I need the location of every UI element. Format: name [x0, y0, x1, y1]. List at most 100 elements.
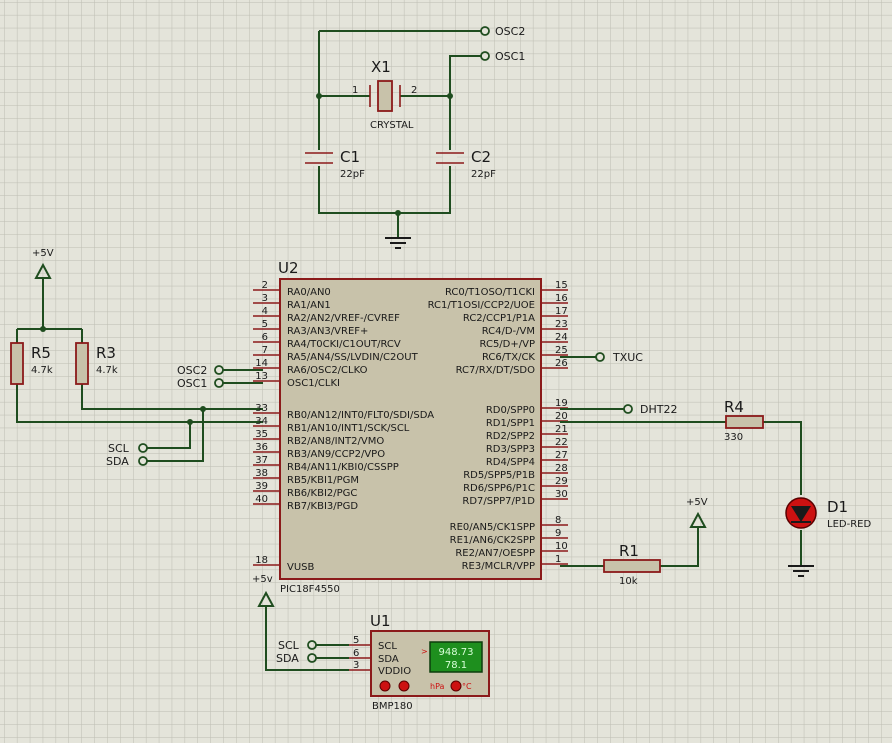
mcu-u2[interactable]: U2 PIC18F4550 2 RA0/AN0 3 RA1/AN1 4 RA2/AN2/V… — [252, 259, 568, 595]
terminal-label: SCL — [108, 442, 130, 455]
pin-label: RB5/KBI1/PGM — [287, 475, 359, 486]
component-ref: R3 — [96, 344, 116, 362]
temperature-unit: °C — [462, 682, 472, 691]
pin-label: RA3/AN3/VREF+ — [287, 326, 368, 337]
pin-number: 18 — [255, 555, 268, 566]
pin-label: RC7/RX/DT/SDO — [456, 365, 536, 376]
component-value: 22pF — [340, 169, 365, 180]
pin-number: 5 — [353, 635, 359, 646]
pressure-readout: 948.73 — [439, 647, 474, 658]
pin-label: SDA — [378, 654, 399, 665]
pin-label: RB3/AN9/CCP2/VPO — [287, 449, 385, 460]
pin-number: 14 — [255, 358, 268, 369]
junction-dot — [447, 93, 453, 99]
pin-label: RD4/SPP4 — [486, 457, 535, 468]
pin-label: RD5/SPP5/P1B — [463, 470, 535, 481]
pin-number: 35 — [255, 429, 268, 440]
pin-label: RC1/T1OSI/CCP2/UOE — [428, 300, 535, 311]
pin-label: RD2/SPP2 — [486, 431, 535, 442]
terminal-label: OSC1 — [177, 377, 207, 390]
pin-number: 2 — [411, 85, 417, 96]
pin-number: 3 — [353, 660, 359, 671]
pin-number: 13 — [255, 371, 268, 382]
junction-dot — [200, 406, 206, 412]
terminal-label: SDA — [106, 455, 129, 468]
pin-label: RA2/AN2/VREF-/CVREF — [287, 313, 400, 324]
pin-label: RB4/AN11/KBI0/CSSPP — [287, 462, 399, 473]
pin-label: RA4/T0CKI/C1OUT/RCV — [287, 339, 401, 350]
pin-label: RA0/AN0 — [287, 287, 331, 298]
junction-dot — [187, 419, 193, 425]
pin-label: RC2/CCP1/P1A — [463, 313, 535, 324]
terminal-label: SCL — [278, 639, 300, 652]
pin-number: 30 — [555, 489, 568, 500]
pin-number: 10 — [555, 541, 568, 552]
pin-label: OSC1/CLKI — [287, 378, 340, 389]
pin-number: 8 — [555, 515, 561, 526]
pin-number: 3 — [262, 293, 268, 304]
pin-number: 6 — [262, 332, 268, 343]
supply-label: +5V — [32, 248, 54, 259]
component-ref: C2 — [471, 148, 491, 166]
terminal-label: TXUC — [612, 351, 643, 364]
pin-label: RC0/T1OSO/T1CKI — [445, 287, 535, 298]
pin-number: 28 — [555, 463, 568, 474]
pin-number: 40 — [255, 494, 268, 505]
terminal-label: OSC2 — [177, 364, 207, 377]
pin-number: 19 — [555, 398, 568, 409]
component-ref: C1 — [340, 148, 360, 166]
pin-label: RC4/D-/VM — [482, 326, 535, 337]
pin-label: VDDIO — [378, 666, 411, 677]
pin-label: RB6/KBI2/PGC — [287, 488, 357, 499]
terminal-label: SDA — [276, 652, 299, 665]
pin-label: RB7/KBI3/PGD — [287, 501, 358, 512]
pin-number: 20 — [555, 411, 568, 422]
pin-label: RC5/D+/VP — [480, 339, 535, 350]
pin-number: 7 — [262, 345, 268, 356]
pin-label: RB0/AN12/INT0/FLT0/SDI/SDA — [287, 410, 434, 421]
component-value: 10k — [619, 576, 638, 587]
pin-label: SCL — [378, 641, 397, 652]
pin-label: VUSB — [287, 562, 315, 573]
component-value: 4.7k — [31, 365, 53, 376]
display-arrow-icon: > — [421, 647, 428, 656]
pin-number: 22 — [555, 437, 568, 448]
sensor-button-icon[interactable] — [398, 680, 410, 692]
pin-label: RD1/SPP1 — [486, 418, 535, 429]
pin-label: RE0/AN5/CK1SPP — [450, 522, 535, 533]
pin-number: 27 — [555, 450, 568, 461]
pin-number: 34 — [255, 416, 268, 427]
component-ref: D1 — [827, 498, 848, 516]
pin-label: RA6/OSC2/CLKO — [287, 365, 368, 376]
pin-label: RD3/SPP3 — [486, 444, 535, 455]
pin-number: 2 — [262, 280, 268, 291]
terminal-label: OSC2 — [495, 25, 525, 38]
component-ref: R4 — [724, 398, 744, 416]
vusb-supply-label: +5v — [252, 574, 273, 585]
component-name: LED-RED — [827, 519, 871, 530]
pin-label: RE2/AN7/OESPP — [455, 548, 535, 559]
pin-number: 25 — [555, 345, 568, 356]
pin-number: 38 — [255, 468, 268, 479]
pin-label: RE3/MCLR/VPP — [462, 561, 535, 572]
pin-label: RD6/SPP6/P1C — [463, 483, 535, 494]
pin-number: 16 — [555, 293, 568, 304]
component-value: 22pF — [471, 169, 496, 180]
sensor-button-icon[interactable] — [379, 680, 391, 692]
sensor-button-icon[interactable] — [450, 680, 462, 692]
pin-number: 21 — [555, 424, 568, 435]
pin-number: 4 — [262, 306, 268, 317]
pin-label: RA1/AN1 — [287, 300, 331, 311]
junction-dot — [316, 93, 322, 99]
pin-number: 24 — [555, 332, 568, 343]
pin-number: 1 — [555, 554, 561, 565]
supply-label: +5V — [686, 497, 708, 508]
pin-number: 29 — [555, 476, 568, 487]
pin-number: 26 — [555, 358, 568, 369]
terminal-label: OSC1 — [495, 50, 525, 63]
component-name: BMP180 — [372, 701, 413, 712]
pin-number: 36 — [255, 442, 268, 453]
component-name: PIC18F4550 — [280, 584, 340, 595]
pin-label: RA5/AN4/SS/LVDIN/C2OUT — [287, 352, 419, 363]
pin-number: 23 — [555, 319, 568, 330]
